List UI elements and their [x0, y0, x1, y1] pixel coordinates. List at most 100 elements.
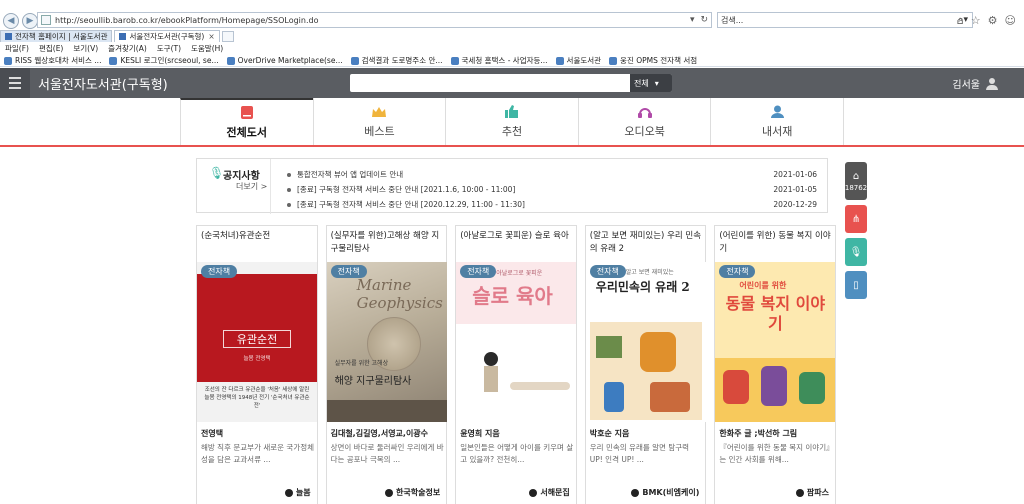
- publisher-logo-icon: [385, 488, 394, 497]
- book-description: 우리 민속의 유래를 알면 탐구력 UP! 인격 UP! ...: [589, 443, 690, 464]
- book-author: 김대철,김길영,서영교,이광수: [330, 429, 429, 438]
- tab-audiobook[interactable]: 오디오북: [577, 98, 711, 145]
- user-menu[interactable]: 김서울: [952, 76, 998, 91]
- user-icon: [986, 77, 998, 90]
- bullet-icon: [287, 202, 291, 207]
- ebook-badge: 전자책: [719, 265, 756, 278]
- address-bar[interactable]: http://seoullib.barob.co.kr/ebookPlatfor…: [37, 12, 712, 28]
- book-description: 상면이 바다로 둘러싸인 우리에게 바다는 공포나 극복의 ...: [330, 443, 444, 464]
- favorite-item[interactable]: 웅진 OPMS 전자책 서점: [609, 55, 697, 66]
- new-tab-button[interactable]: [221, 31, 234, 42]
- notice-title: 공지사항: [223, 171, 260, 182]
- star-icon[interactable]: ☆: [971, 14, 981, 27]
- tab-recommend[interactable]: 추천: [445, 98, 578, 145]
- book-cover[interactable]: 전자책 아날로그로 꽃피운 슬로 육아: [456, 262, 577, 422]
- cover-title: 유관순전: [223, 330, 291, 348]
- close-icon[interactable]: ×: [208, 32, 214, 41]
- book-card[interactable]: (아날로그로 꽃피운) 슬로 육아 전자책 아날로그로 꽃피운 슬로 육아 윤영…: [455, 225, 577, 504]
- book-card[interactable]: (순국처녀)유관순전 전자책 유관순전 늘봄 전영택 조선의 잔 다르크 유관순…: [196, 225, 318, 504]
- book-title[interactable]: (순국처녀)유관순전: [201, 230, 315, 243]
- cover-title: 우리민속의 유래 2: [595, 280, 690, 294]
- cover-caption: 조선의 잔 다르크 유관순을 '처음' 세상에 알린 늘봄 전영택의 1948년…: [204, 387, 310, 409]
- mobile-device-icon: ▯: [853, 279, 859, 291]
- share-button[interactable]: ⋔: [845, 205, 867, 233]
- favorite-icon: [609, 56, 618, 65]
- site-title[interactable]: 서울전자도서관(구독형): [38, 74, 168, 93]
- favorite-item[interactable]: 서울도서관: [555, 55, 601, 66]
- smiley-icon[interactable]: ☺: [1005, 14, 1016, 27]
- home-shortcut-button[interactable]: ⌂ 18762: [845, 162, 867, 200]
- animal-figure: [723, 370, 750, 404]
- book-title[interactable]: (어린이를 위한) 동물 복지 이야기: [719, 230, 833, 256]
- site-search-input[interactable]: 전체 ▾: [350, 74, 672, 92]
- forward-button[interactable]: ▶: [22, 13, 38, 29]
- notice-date: 2021-01-05: [773, 185, 817, 194]
- notice-item[interactable]: [종료] 구독형 전자책 서비스 중단 안내 [2021.1.6, 10:00 …: [287, 182, 817, 197]
- tab-best[interactable]: 베스트: [312, 98, 446, 145]
- menu-edit[interactable]: 편집(E): [39, 43, 63, 54]
- notice-item[interactable]: [종료] 구독형 전자책 서비스 중단 안내 [2020.12.29, 11:0…: [287, 197, 817, 212]
- browser-tab-2[interactable]: 서울전자도서관(구독형) ×: [114, 30, 220, 42]
- favorite-item[interactable]: 검색결과 도로명주소 안...: [350, 55, 443, 66]
- hamburger-menu-icon[interactable]: [0, 68, 30, 98]
- cover-art: 유관순전 늘봄 전영택: [197, 274, 317, 382]
- browser-search-input[interactable]: 검색... ⌕▾: [717, 12, 973, 28]
- menu-bar: 파일(F) 편집(E) 보기(V) 즐겨찾기(A) 도구(T) 도움말(H): [0, 43, 1024, 54]
- favorite-icon: [109, 56, 118, 65]
- tab-my-library[interactable]: 내서재: [710, 98, 844, 145]
- notice-item[interactable]: 통합전자책 뷰어 앱 업데이트 안내 2021-01-06: [287, 167, 817, 182]
- favorite-icon: [226, 56, 235, 65]
- category-divider: [0, 145, 1024, 147]
- tab-all-books[interactable]: 전체도서: [180, 98, 313, 145]
- book-author: 전영택: [201, 429, 224, 438]
- cover-title: 슬로 육아: [472, 284, 553, 308]
- notice-panel: 🎙 공지사항 더보기 > 통합전자책 뷰어 앱 업데이트 안내 2021-01-…: [196, 158, 828, 214]
- notice-date: 2021-01-06: [773, 170, 817, 179]
- cover-title: 동물 복지 이야기: [725, 294, 826, 333]
- notice-more-link[interactable]: 더보기 >: [236, 181, 267, 192]
- cover-top-text: 아날로그로 꽃피운: [496, 270, 543, 277]
- book-title[interactable]: (알고 보면 재미있는) 우리 민속의 유래 2: [590, 230, 704, 256]
- refresh-icon[interactable]: ↻: [701, 15, 709, 25]
- publisher-logo-icon: [529, 488, 538, 497]
- menu-favorites[interactable]: 즐겨찾기(A): [108, 43, 147, 54]
- book-card[interactable]: (실무자를 위한)고해상 해양 지구물리탐사 전자책 Marine Geophy…: [325, 225, 448, 504]
- home-icon[interactable]: ⌂: [957, 14, 964, 27]
- book-card[interactable]: (알고 보면 재미있는) 우리 민속의 유래 2 전자책 알고 보면 재미있는 …: [584, 225, 707, 504]
- book-description: 『어린이를 위한 동물 복지 이야기』는 인간 사회를 위해...: [719, 443, 830, 464]
- book-cover[interactable]: 전자책 알고 보면 재미있는 우리민속의 유래 2: [585, 262, 706, 422]
- child-figure: [484, 352, 499, 366]
- ebook-badge: 전자책: [201, 265, 238, 278]
- gear-icon[interactable]: ⚙: [988, 14, 998, 27]
- menu-help[interactable]: 도움말(H): [191, 43, 223, 54]
- favorite-item[interactable]: RISS 웹상호대차 서비스 ...: [4, 55, 101, 66]
- book-cover[interactable]: 전자책 어린이를 위한 동물 복지 이야기: [715, 262, 836, 422]
- notice-header: 🎙 공지사항 더보기 >: [197, 159, 271, 214]
- menu-tools[interactable]: 도구(T): [157, 43, 181, 54]
- browser-tab-1[interactable]: 전자책 홈페이지 | 서울도서관: [0, 30, 113, 42]
- book-card[interactable]: (어린이를 위한) 동물 복지 이야기 전자책 어린이를 위한 동물 복지 이야…: [714, 225, 836, 504]
- cover-illustration: [589, 322, 702, 420]
- cover-top-text: 어린이를 위한: [739, 281, 787, 290]
- mobile-app-button[interactable]: ▯: [845, 271, 867, 299]
- book-cover[interactable]: 전자책 유관순전 늘봄 전영택 조선의 잔 다르크 유관순을 '처음' 세상에 …: [197, 262, 317, 422]
- book-title[interactable]: (실무자를 위한)고해상 해양 지구물리탐사: [331, 230, 445, 256]
- favorite-item[interactable]: KESLI 로그인(srcseoul, se...: [109, 55, 219, 66]
- menu-file[interactable]: 파일(F): [5, 43, 29, 54]
- book-description: 일본인들은 어떻게 아이를 키우며 살고 있을까? 전천히...: [460, 443, 574, 464]
- cover-band: [326, 400, 447, 422]
- book-title[interactable]: (아날로그로 꽃피운) 슬로 육아: [460, 230, 574, 243]
- browser-tabs: 전자책 홈페이지 | 서울도서관 서울전자도서관(구독형) ×: [0, 30, 1024, 42]
- url-text: http://seoullib.barob.co.kr/ebookPlatfor…: [55, 15, 319, 25]
- dropdown-icon[interactable]: ▾: [690, 15, 695, 25]
- book-cover[interactable]: 전자책 Marine Geophysics 실무자를 위한 고해상 해양 지구물…: [326, 262, 447, 422]
- book-publisher: 서해문집: [529, 487, 570, 498]
- favorite-item[interactable]: OverDrive Marketplace(se...: [226, 56, 343, 65]
- back-button[interactable]: ◀: [3, 13, 19, 29]
- menu-view[interactable]: 보기(V): [73, 43, 98, 54]
- person-figure: [603, 382, 624, 412]
- cover-subtitle: 늘봄 전영택: [243, 356, 271, 362]
- favorite-item[interactable]: 국세청 홈택스 - 사업자등...: [450, 55, 548, 66]
- voice-button[interactable]: 🎙: [845, 238, 867, 266]
- search-scope-select[interactable]: 전체 ▾: [630, 74, 672, 92]
